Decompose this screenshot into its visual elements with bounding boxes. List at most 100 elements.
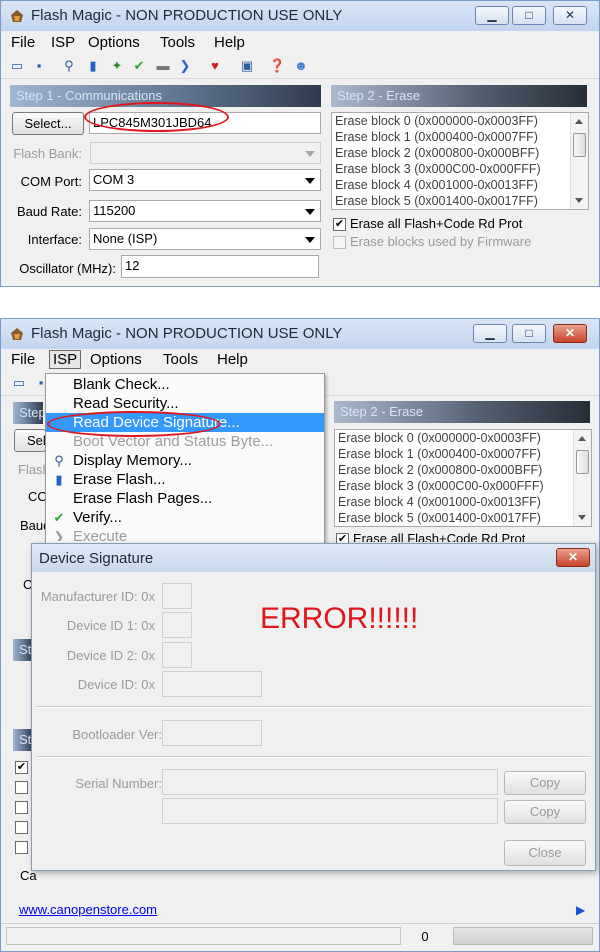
menu-item-label: Read Security... xyxy=(73,395,179,412)
users-icon[interactable]: ☻ xyxy=(293,58,309,74)
flash-bank-combo[interactable] xyxy=(90,142,321,164)
erase-all-checkbox[interactable]: ✔ xyxy=(333,218,346,231)
menu-file[interactable]: File xyxy=(11,351,35,368)
minimize-button[interactable]: ▁ xyxy=(473,324,507,343)
scroll-down-icon[interactable] xyxy=(578,515,586,520)
erase-all-label: Erase all Flash+Code Rd Prot xyxy=(353,531,526,542)
select-device-button[interactable]: Select... xyxy=(12,112,84,135)
magnifier-icon: ⚲ xyxy=(54,453,64,468)
menu-annotation-ellipse xyxy=(47,411,221,437)
bootloader-version-label: Bootloader Ver: xyxy=(72,727,162,742)
menu-file[interactable]: File xyxy=(11,34,35,51)
scroll-thumb[interactable] xyxy=(576,450,589,474)
list-item[interactable]: Erase block 1 (0x000400-0x0007FF) xyxy=(332,129,588,145)
oscillator-field[interactable]: 12 xyxy=(121,255,319,278)
flash-magic-app-icon xyxy=(11,10,23,22)
scroll-up-icon[interactable] xyxy=(578,436,586,441)
erase-list-scrollbar[interactable] xyxy=(570,113,588,209)
option-checkbox-3[interactable] xyxy=(15,801,28,814)
list-item[interactable]: Erase block 0 (0x000000-0x0003FF) xyxy=(332,113,588,129)
heart-icon[interactable]: ♥ xyxy=(207,58,223,74)
minimize-button[interactable]: ▁ xyxy=(475,6,509,25)
menu-item-verify[interactable]: ✔ Verify... xyxy=(46,508,324,527)
inspect-icon[interactable]: ▣ xyxy=(239,58,255,74)
list-item[interactable]: Erase block 1 (0x000400-0x0007FF) xyxy=(335,446,591,462)
baud-rate-combo[interactable]: 115200 xyxy=(89,200,321,222)
menu-tools[interactable]: Tools xyxy=(160,34,195,51)
serial-number-field-2[interactable] xyxy=(162,798,498,824)
dialog-close-button[interactable]: ✕ xyxy=(556,548,590,567)
go-icon[interactable]: ❯ xyxy=(177,58,193,74)
erase-block-list[interactable]: Erase block 0 (0x000000-0x0003FF) Erase … xyxy=(334,429,592,527)
open-icon[interactable]: ▭ xyxy=(11,375,27,391)
menu-item-erase-flash[interactable]: ▮ Erase Flash... xyxy=(46,470,324,489)
list-item[interactable]: Erase block 4 (0x001000-0x0013FF) xyxy=(335,494,591,510)
database-icon[interactable]: ▮ xyxy=(85,58,101,74)
list-item[interactable]: Erase block 0 (0x000000-0x0003FF) xyxy=(335,430,591,446)
copy-button-2[interactable]: Copy xyxy=(504,800,586,824)
menu-tools[interactable]: Tools xyxy=(163,351,198,368)
bootloader-version-field[interactable] xyxy=(162,720,262,746)
option-checkbox-1[interactable]: ✔ xyxy=(15,761,28,774)
maximize-button[interactable]: □ xyxy=(512,324,546,343)
device-id2-field[interactable] xyxy=(162,642,192,668)
menu-item-erase-flash-pages[interactable]: Erase Flash Pages... xyxy=(46,489,324,508)
menu-item-read-security[interactable]: Read Security... xyxy=(46,394,324,413)
step2-header: Step 2 - Erase xyxy=(331,85,587,107)
com-port-value: COM 3 xyxy=(93,172,135,187)
device-signature-dialog: Device Signature ✕ Manufacturer ID: 0x D… xyxy=(31,543,596,871)
menu-help[interactable]: Help xyxy=(217,351,248,368)
menu-options[interactable]: Options xyxy=(90,351,142,368)
save-icon[interactable]: ▪ xyxy=(31,58,47,74)
scroll-down-icon[interactable] xyxy=(575,198,583,203)
progress-bar xyxy=(453,927,593,945)
copy-button-1[interactable]: Copy xyxy=(504,771,586,795)
com-port-combo[interactable]: COM 3 xyxy=(89,169,321,191)
close-dialog-button[interactable]: Close xyxy=(504,840,586,866)
list-item[interactable]: Erase block 2 (0x000800-0x000BFF) xyxy=(335,462,591,478)
program-icon[interactable]: ✦ xyxy=(109,58,125,74)
erase-block-list[interactable]: Erase block 0 (0x000000-0x0003FF) Erase … xyxy=(331,112,589,210)
open-icon[interactable]: ▭ xyxy=(9,58,25,74)
menu-item-blank-check[interactable]: Blank Check... xyxy=(46,375,324,394)
menu-isp[interactable]: ISP xyxy=(51,34,75,51)
list-item[interactable]: Erase block 5 (0x001400-0x0017FF) xyxy=(332,193,588,209)
scroll-up-icon[interactable] xyxy=(575,119,583,124)
interface-value: None (ISP) xyxy=(93,231,158,246)
flash-magic-app-icon xyxy=(11,328,23,340)
close-button[interactable]: ✕ xyxy=(553,324,587,343)
device-annotation-ellipse xyxy=(84,102,229,132)
device-id1-field[interactable] xyxy=(162,612,192,638)
stop-icon[interactable]: ▬ xyxy=(155,58,171,74)
menu-help[interactable]: Help xyxy=(214,34,245,51)
help-icon[interactable]: ❓ xyxy=(269,58,285,74)
list-item[interactable]: Erase block 5 (0x001400-0x0017FF) xyxy=(335,510,591,526)
scroll-thumb[interactable] xyxy=(573,133,586,157)
website-link[interactable]: www.canopenstore.com xyxy=(19,902,157,917)
interface-combo[interactable]: None (ISP) xyxy=(89,228,321,250)
check-icon[interactable]: ✔ xyxy=(131,58,147,74)
erase-firmware-checkbox[interactable] xyxy=(333,236,346,249)
search-icon[interactable]: ⚲ xyxy=(61,58,77,74)
select-device-button-partial[interactable]: Sel xyxy=(14,429,46,452)
play-icon[interactable]: ▶ xyxy=(576,903,585,917)
maximize-button[interactable]: □ xyxy=(512,6,546,25)
chevron-down-icon xyxy=(305,151,315,157)
serial-number-field-1[interactable] xyxy=(162,769,498,795)
menu-options[interactable]: Options xyxy=(88,34,140,51)
list-item[interactable]: Erase block 3 (0x000C00-0x000FFF) xyxy=(335,478,591,494)
option-checkbox-2[interactable] xyxy=(15,781,28,794)
list-item[interactable]: Erase block 3 (0x000C00-0x000FFF) xyxy=(332,161,588,177)
dialog-title-bar: Device Signature ✕ xyxy=(32,544,595,572)
device-id-field[interactable] xyxy=(162,671,262,697)
menu-item-display-memory[interactable]: ⚲ Display Memory... xyxy=(46,451,324,470)
option-checkbox-5[interactable] xyxy=(15,841,28,854)
option-checkbox-4[interactable] xyxy=(15,821,28,834)
list-item[interactable]: Erase block 2 (0x000800-0x000BFF) xyxy=(332,145,588,161)
menu-isp[interactable]: ISP xyxy=(49,350,82,369)
manufacturer-id-field[interactable] xyxy=(162,583,192,609)
close-button[interactable]: ✕ xyxy=(553,6,587,25)
erase-list-scrollbar[interactable] xyxy=(573,430,591,526)
list-item[interactable]: Erase block 4 (0x001000-0x0013FF) xyxy=(332,177,588,193)
menu-item-execute[interactable]: ❯ Execute xyxy=(46,527,324,541)
